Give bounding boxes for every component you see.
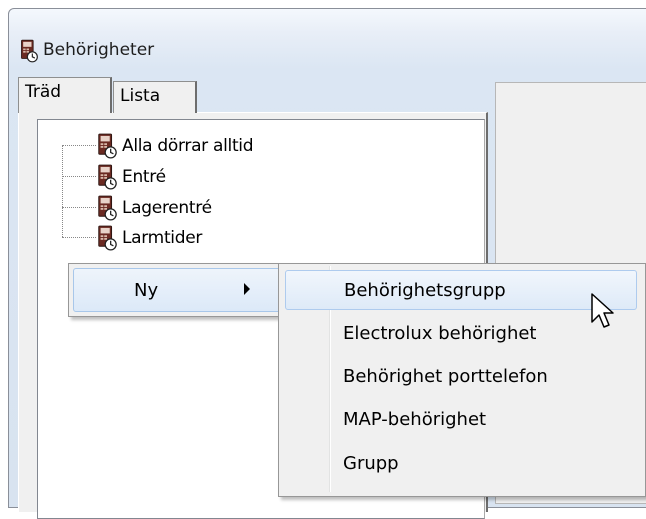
door-access-icon [98, 164, 117, 190]
tree-connector [62, 207, 96, 208]
menu-item-label: Ny [134, 280, 159, 301]
tree-connector [62, 145, 96, 146]
tree-item[interactable]: Entré [96, 162, 166, 192]
menu-item-ny[interactable]: Ny [73, 268, 281, 312]
menu-item-behorighetsgrupp[interactable]: Behörighetsgrupp [285, 270, 637, 310]
tab-lista[interactable]: Lista [113, 81, 197, 113]
context-menu: Ny [68, 263, 286, 317]
tree-item[interactable]: Alla dörrar alltid [96, 131, 254, 161]
menu-item-label: Behörighetsgrupp [344, 280, 506, 301]
door-access-icon [20, 39, 38, 63]
door-access-icon [98, 133, 117, 159]
tree-connector [62, 176, 96, 177]
menu-item-electrolux-behorighet[interactable]: Electrolux behörighet [285, 314, 637, 354]
menu-item-map-behorighet[interactable]: MAP-behörighet [285, 400, 637, 440]
tree-connector [62, 145, 63, 237]
tree-connector [62, 237, 96, 238]
tab-trad[interactable]: Träd [18, 77, 112, 113]
door-access-icon [98, 195, 117, 221]
menu-item-behorighet-porttelefon[interactable]: Behörighet porttelefon [285, 357, 637, 397]
tree-item-label: Entré [122, 167, 166, 187]
tree-item[interactable]: Larmtider [96, 223, 202, 253]
tree-item-label: Larmtider [122, 228, 203, 248]
submenu-arrow-icon [244, 283, 250, 295]
menu-item-label: Grupp [343, 453, 399, 474]
title-bar[interactable]: Behörigheter [9, 9, 646, 77]
menu-item-grupp[interactable]: Grupp [285, 444, 637, 484]
menu-item-label: Electrolux behörighet [343, 323, 537, 344]
window-title: Behörigheter [43, 40, 155, 60]
door-access-icon [98, 225, 117, 251]
mouse-cursor-icon [591, 293, 614, 328]
menu-item-label: MAP-behörighet [343, 409, 487, 430]
tree-item-label: Lagerentré [122, 198, 212, 218]
tree-item[interactable]: Lagerentré [96, 193, 212, 223]
tree-item-label: Alla dörrar alltid [122, 136, 254, 156]
menu-item-label: Behörighet porttelefon [343, 366, 548, 387]
